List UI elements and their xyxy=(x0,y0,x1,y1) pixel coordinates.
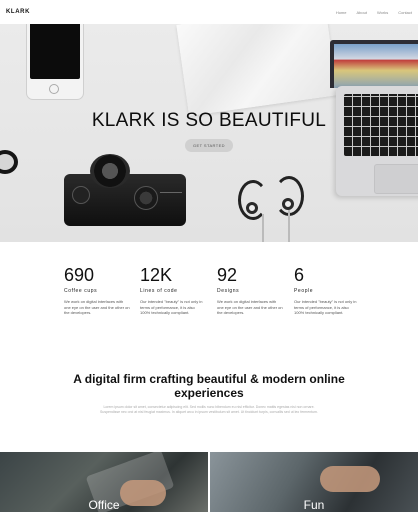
nav-item-about[interactable]: About xyxy=(356,10,366,15)
hero-section: KLARK IS SO BEAUTIFUL GET STARTED xyxy=(0,24,418,242)
earphone-cord-right xyxy=(288,210,290,242)
get-started-button[interactable]: GET STARTED xyxy=(185,139,233,152)
earphone-cord-left xyxy=(262,214,264,242)
top-nav: KLARK Home About Works Contact xyxy=(0,0,418,24)
nav-item-home[interactable]: Home xyxy=(336,10,347,15)
camera-image xyxy=(64,154,186,226)
stat-description: Our intended "beauty" is not only in ter… xyxy=(140,299,203,315)
fun-label: Fun xyxy=(303,498,325,512)
nav-item-contact[interactable]: Contact xyxy=(398,10,412,15)
intro-paragraph: Lorem ipsum dolor sit amet, consectetur … xyxy=(100,405,318,414)
fun-photo-tile[interactable]: Fun xyxy=(210,452,418,512)
stat-number: 12K xyxy=(140,265,173,285)
camera-dial xyxy=(72,186,90,204)
nav-item-works[interactable]: Works xyxy=(377,10,388,15)
smartphone-image xyxy=(26,24,84,100)
hand-with-watch-photo xyxy=(320,466,380,492)
camera-badge xyxy=(160,192,182,206)
stat-people: 6 People Our intended "beauty" is not on… xyxy=(294,264,360,316)
glasses-image xyxy=(0,142,32,182)
stat-label: People xyxy=(294,288,314,294)
nav-menu: Home About Works Contact xyxy=(336,10,412,15)
laptop-display xyxy=(330,40,418,88)
hero-title: KLARK IS SO BEAUTIFUL xyxy=(91,110,327,131)
brand-logo[interactable]: KLARK xyxy=(6,9,30,15)
stat-label: Lines of code xyxy=(140,288,178,294)
laptop-trackpad xyxy=(374,164,418,194)
stat-label: Designs xyxy=(217,288,240,294)
office-label: Office xyxy=(88,498,120,512)
stat-number: 6 xyxy=(294,265,305,285)
stat-lines-of-code: 12K Lines of code Our intended "beauty" … xyxy=(140,264,206,316)
stat-description: We work on digital interfaces with one e… xyxy=(64,299,130,315)
office-photo-tile[interactable]: Office xyxy=(0,452,208,512)
glasses-lens xyxy=(0,150,18,174)
camera-mode-dial xyxy=(134,186,158,210)
phone-screen xyxy=(30,24,80,79)
intro-heading: A digital firm crafting beautiful & mode… xyxy=(73,372,345,400)
stat-number: 690 xyxy=(64,265,95,285)
laptop-screen xyxy=(334,44,418,88)
phone-home-button xyxy=(49,84,59,94)
stat-description: Our intended "beauty" is not only in ter… xyxy=(294,299,357,315)
crumpled-paper-image xyxy=(176,24,338,116)
stat-number: 92 xyxy=(217,265,238,285)
camera-lens xyxy=(90,154,130,188)
earbud-left xyxy=(246,202,258,214)
stats-section: 690 Coffee cups We work on digital inter… xyxy=(0,256,418,326)
stat-coffee-cups: 690 Coffee cups We work on digital inter… xyxy=(64,264,130,316)
stat-designs: 92 Designs We work on digital interfaces… xyxy=(217,264,283,316)
stat-label: Coffee cups xyxy=(64,288,98,294)
stat-description: We work on digital interfaces with one e… xyxy=(217,299,283,315)
earphones-image xyxy=(232,174,308,242)
earbud-right xyxy=(282,198,294,210)
